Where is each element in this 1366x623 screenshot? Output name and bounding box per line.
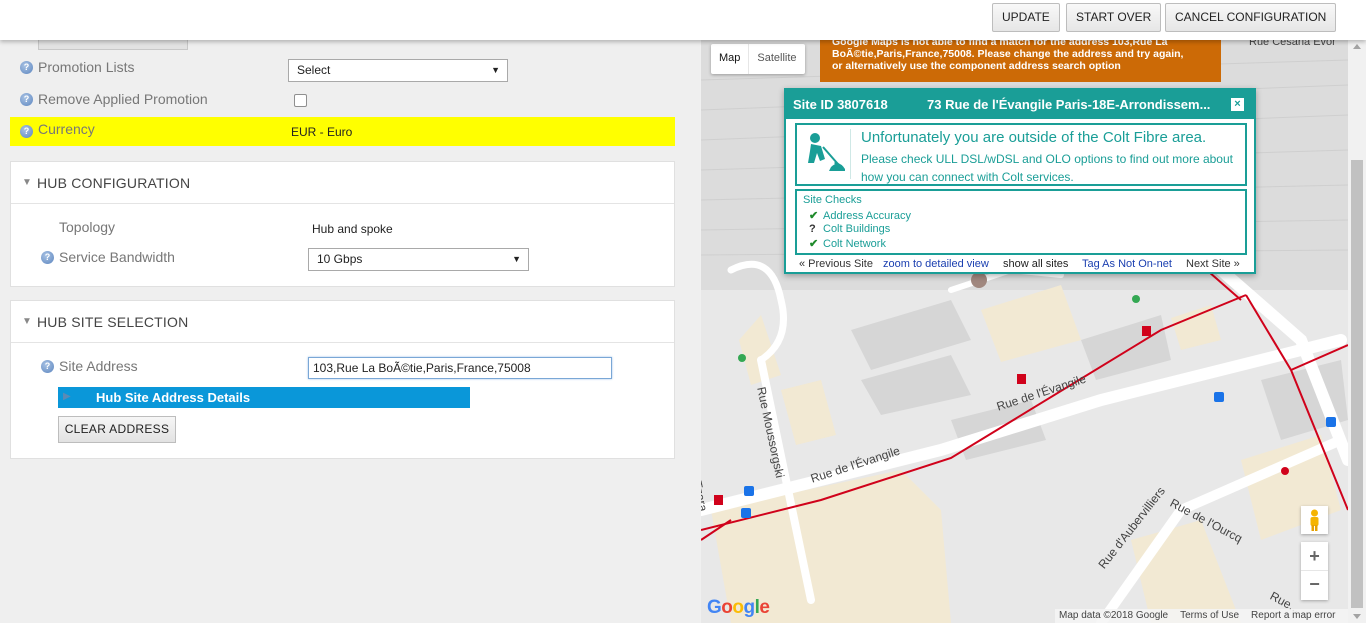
map-type-control: Map Satellite bbox=[711, 44, 805, 74]
address-warning: Google Maps is not able to find a match … bbox=[820, 40, 1221, 82]
check-address-accuracy: ✔ Address Accuracy bbox=[809, 209, 911, 222]
topology-value: Hub and spoke bbox=[312, 222, 393, 236]
zoom-in-button[interactable]: + bbox=[1301, 542, 1328, 571]
chevron-down-icon: ▼ bbox=[512, 254, 521, 264]
site-address-title: 73 Rue de l'Évangile Paris-18E-Arrondiss… bbox=[927, 97, 1211, 112]
zoom-out-button[interactable]: − bbox=[1301, 571, 1328, 600]
outside-area-title: Unfortunately you are outside of the Col… bbox=[861, 129, 1207, 146]
page-scrollbar[interactable] bbox=[1348, 40, 1366, 623]
check-label: Colt Buildings bbox=[823, 223, 891, 235]
map-attribution: Map data ©2018 Google Terms of Use Report … bbox=[1055, 609, 1348, 623]
street-label: Rue Cesaria Evor bbox=[1249, 40, 1336, 48]
logo-letter: e bbox=[759, 597, 770, 618]
start-over-button[interactable]: START OVER bbox=[1066, 3, 1162, 32]
street-view-pegman[interactable] bbox=[1301, 506, 1328, 534]
outside-area-text: Please check ULL DSL/wDSL and OLO option… bbox=[861, 152, 1233, 184]
google-logo: Google bbox=[707, 597, 770, 619]
site-checks: Site Checks ✔ Address Accuracy ? Colt Buil… bbox=[795, 189, 1247, 255]
logo-letter: o bbox=[721, 597, 733, 618]
map-data-credit: Map data ©2018 Google bbox=[1059, 610, 1169, 621]
currency-value: EUR - Euro bbox=[291, 125, 353, 139]
popup-header: Site ID 3807618 73 Rue de l'Évangile Par… bbox=[786, 90, 1254, 119]
currency-row: ? Currency EUR - Euro bbox=[10, 117, 675, 146]
scrollbar-thumb[interactable] bbox=[1351, 160, 1363, 608]
chevron-down-icon: ▼ bbox=[491, 65, 500, 75]
pegman-icon bbox=[1310, 509, 1319, 531]
site-address-label: Site Address bbox=[59, 358, 138, 374]
check-colt-buildings: ? Colt Buildings bbox=[809, 223, 890, 235]
collapse-triangle-icon[interactable]: ▼ bbox=[22, 177, 32, 188]
promotion-lists-select[interactable]: Select ▼ bbox=[288, 59, 508, 82]
logo-letter: G bbox=[707, 597, 722, 618]
coverage-message: Unfortunately you are outside of the Col… bbox=[795, 123, 1247, 186]
configuration-panel: ? Promotion Lists Select ▼ ? Remove Appl… bbox=[0, 0, 700, 623]
collapse-triangle-icon[interactable]: ▼ bbox=[22, 316, 32, 327]
help-icon[interactable]: ? bbox=[20, 61, 33, 74]
warning-line: BoÃ©tie,Paris,France,75008. Please chang… bbox=[832, 48, 1184, 60]
zoom-detailed-link[interactable]: zoom to detailed view bbox=[883, 258, 989, 270]
currency-label: Currency bbox=[38, 121, 95, 137]
help-icon[interactable]: ? bbox=[20, 93, 33, 106]
worker-digging-icon bbox=[801, 129, 851, 179]
warning-line: or alternatively use the component addre… bbox=[832, 60, 1121, 72]
promotion-lists-value: Select bbox=[297, 63, 331, 77]
check-icon: ✔ bbox=[809, 210, 819, 222]
terms-link[interactable]: Terms of Use bbox=[1180, 610, 1239, 621]
expand-triangle-icon: ▶ bbox=[63, 391, 71, 402]
scroll-up-arrow-icon[interactable] bbox=[1353, 44, 1361, 49]
warning-line: Google Maps is not able to find a match … bbox=[832, 40, 1168, 48]
topology-label: Topology bbox=[59, 219, 116, 235]
site-checks-title: Site Checks bbox=[803, 194, 862, 206]
remove-promotion-label: Remove Applied Promotion bbox=[38, 91, 208, 107]
hub-configuration-header[interactable]: ▼ HUB CONFIGURATION bbox=[11, 162, 674, 204]
hub-site-address-details-toggle[interactable]: ▶ Hub Site Address Details bbox=[58, 387, 470, 408]
clear-address-button[interactable]: CLEAR ADDRESS bbox=[58, 416, 176, 443]
check-label: Colt Network bbox=[823, 238, 886, 250]
question-icon: ? bbox=[809, 223, 816, 235]
service-bandwidth-select[interactable]: 10 Gbps ▼ bbox=[308, 248, 529, 271]
logo-letter: o bbox=[732, 597, 744, 618]
check-colt-network: ✔ Colt Network bbox=[809, 237, 886, 250]
site-info-popup: Site ID 3807618 73 Rue de l'Évangile Par… bbox=[784, 88, 1256, 274]
cancel-configuration-button[interactable]: CANCEL CONFIGURATION bbox=[1165, 3, 1337, 32]
section-title: HUB CONFIGURATION bbox=[37, 175, 191, 191]
service-bandwidth-value: 10 Gbps bbox=[317, 252, 363, 266]
hub-site-selection-header[interactable]: ▼ HUB SITE SELECTION bbox=[11, 301, 674, 343]
tag-not-onnet-link[interactable]: Tag As Not On-net bbox=[1082, 258, 1172, 270]
remove-promotion-checkbox[interactable] bbox=[294, 94, 307, 107]
report-error-link[interactable]: Report a map error bbox=[1251, 610, 1335, 621]
help-icon[interactable]: ? bbox=[20, 125, 33, 138]
hub-configuration-section: ▼ HUB CONFIGURATION Topology Hub and spo… bbox=[10, 161, 675, 287]
zoom-control: + − bbox=[1301, 542, 1328, 600]
help-icon[interactable]: ? bbox=[41, 251, 54, 264]
scroll-down-arrow-icon[interactable] bbox=[1353, 614, 1361, 619]
help-icon[interactable]: ? bbox=[41, 360, 54, 373]
check-label: Address Accuracy bbox=[823, 210, 912, 222]
map-view[interactable]: Map Satellite Google Maps is not able to … bbox=[701, 40, 1348, 623]
top-toolbar: UPDATE START OVER CANCEL CONFIGURATION bbox=[0, 0, 1366, 40]
update-button[interactable]: UPDATE bbox=[992, 3, 1060, 32]
close-icon[interactable]: × bbox=[1231, 98, 1244, 111]
site-id: Site ID 3807618 bbox=[793, 97, 888, 112]
service-bandwidth-label: Service Bandwidth bbox=[59, 249, 175, 265]
show-all-sites-link[interactable]: show all sites bbox=[1003, 258, 1068, 270]
previous-site-link[interactable]: « Previous Site bbox=[799, 258, 873, 270]
details-label: Hub Site Address Details bbox=[96, 390, 251, 405]
promotion-lists-label: Promotion Lists bbox=[38, 59, 135, 75]
next-site-link[interactable]: Next Site » bbox=[1186, 258, 1240, 270]
section-title: HUB SITE SELECTION bbox=[37, 314, 189, 330]
check-icon: ✔ bbox=[809, 238, 819, 250]
site-address-input[interactable]: 103,Rue La BoÃ©tie,Paris,France,75008 bbox=[308, 357, 612, 379]
map-type-satellite[interactable]: Satellite bbox=[748, 44, 804, 74]
map-type-map[interactable]: Map bbox=[711, 44, 748, 74]
logo-letter: g bbox=[743, 597, 756, 618]
